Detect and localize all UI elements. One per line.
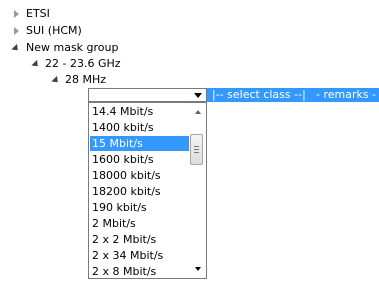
dropdown-option[interactable]: 18200 kbit/s (90, 184, 189, 199)
dropdown-option[interactable]: 2 x 34 Mbit/s (90, 248, 189, 263)
scroll-down-arrow-icon[interactable] (195, 267, 201, 271)
tree-node-mask-group[interactable]: New mask group (0, 40, 140, 56)
rate-dropdown-list[interactable]: 14.4 Mbit/s 1400 kbit/s 15 Mbit/s 1600 k… (88, 102, 207, 279)
select-class-cell[interactable]: |-- select class --| (212, 88, 306, 102)
tree-node-label: 28 MHz (65, 73, 107, 86)
dropdown-option[interactable]: 190 kbit/s (90, 200, 189, 215)
collapse-icon[interactable] (31, 56, 41, 72)
dropdown-option[interactable]: 14.4 Mbit/s (90, 104, 189, 119)
dropdown-option[interactable]: 2 Mbit/s (90, 216, 189, 231)
tree-node-label: 22 - 23.6 GHz (45, 57, 121, 70)
expand-icon[interactable] (11, 6, 21, 22)
dropdown-arrow-icon[interactable] (194, 93, 202, 98)
dropdown-option[interactable]: 18000 kbit/s (90, 168, 189, 183)
rate-combo-box[interactable] (88, 88, 207, 102)
dropdown-option[interactable]: 1400 kbit/s (90, 120, 189, 135)
tree-node-label: ETSI (26, 7, 50, 20)
scroll-up-arrow-icon[interactable] (195, 110, 201, 114)
remarks-cell[interactable]: - remarks - (316, 88, 376, 102)
dropdown-option[interactable]: 2 x 2 Mbit/s (90, 232, 189, 247)
selected-row-bar[interactable]: |-- select class --| - remarks - (207, 88, 379, 102)
tree-node-etsi[interactable]: ETSI (0, 6, 120, 22)
tree-node-band[interactable]: 22 - 23.6 GHz (0, 56, 140, 72)
tree-node-channel[interactable]: 28 MHz (0, 72, 140, 88)
collapse-icon[interactable] (11, 40, 21, 56)
tree-node-sui[interactable]: SUI (HCM) (0, 23, 120, 39)
dropdown-option[interactable]: 2 x 8 Mbit/s (90, 264, 189, 278)
collapse-icon[interactable] (51, 72, 61, 88)
dropdown-option-selected[interactable]: 15 Mbit/s (90, 136, 189, 151)
tree-node-label: New mask group (26, 41, 119, 54)
dropdown-option[interactable]: 1600 kbit/s (90, 152, 189, 167)
expand-icon[interactable] (11, 23, 21, 39)
tree-node-label: SUI (HCM) (26, 24, 82, 37)
dropdown-scrollbar[interactable] (189, 103, 206, 278)
scrollbar-thumb[interactable] (190, 134, 203, 165)
